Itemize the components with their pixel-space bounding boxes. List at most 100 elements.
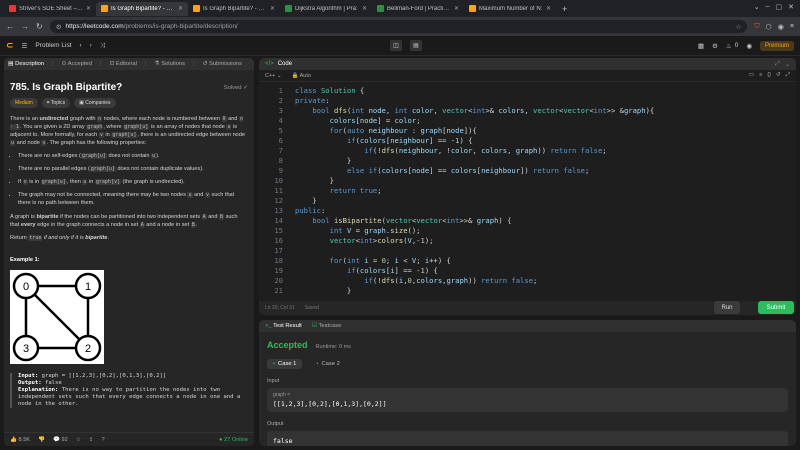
share-icon[interactable]: ⇪ [89, 437, 94, 443]
checkbox-icon: ☑ [311, 323, 318, 329]
example-graph-image: 0 1 3 2 [10, 270, 104, 364]
favicon-icon [469, 5, 476, 12]
problem-list-link[interactable]: Problem List [35, 42, 71, 49]
input-box: graph = [[1,2,3],[0,2],[0,1,3],[0,2]] [267, 388, 788, 412]
shield-icon[interactable]: ⛉ [754, 23, 759, 31]
difficulty-badge[interactable]: Medium [10, 98, 38, 108]
tune-icon[interactable]: ⚙ [56, 23, 62, 31]
profile-icon[interactable]: ◉ [778, 23, 784, 31]
settings-icon[interactable]: ⚙ [712, 42, 718, 50]
case-tab-1[interactable]: • Case 1 [267, 359, 303, 369]
next-problem-icon[interactable]: › [90, 42, 92, 49]
browser-tab[interactable]: Striver's SDE Sheet – To: ✕ [4, 2, 96, 16]
url-field[interactable]: ⚙ https://leetcode.com/problems/is-graph… [49, 20, 748, 33]
online-count: ● 27 Online [219, 436, 248, 443]
return-statement: Return true if and only if it is biparti… [10, 235, 109, 241]
coins-count: 0 [734, 42, 739, 49]
tab-submissions[interactable]: ↺ Submissions [203, 61, 242, 67]
save-status: Saved [304, 305, 319, 311]
back-icon[interactable]: ← [6, 22, 14, 31]
run-button[interactable]: Run [714, 301, 740, 314]
shuffle-icon[interactable]: ⤨ [100, 42, 105, 50]
code-lines: class Solution { private: bool dfs(int n… [295, 86, 655, 295]
favicon-icon [377, 5, 384, 12]
close-icon[interactable]: ✕ [454, 5, 459, 12]
bookmark-star-icon[interactable]: ☆ [736, 23, 742, 31]
close-icon[interactable]: ✕ [546, 5, 551, 12]
tab-description[interactable]: ▤ Description [8, 61, 44, 67]
favicon-icon [193, 5, 200, 12]
close-icon[interactable]: ✕ [270, 5, 275, 12]
browser-tab[interactable]: Bellman-Ford | Practice | ✕ [372, 2, 464, 16]
tab-solutions[interactable]: ⚗ Solutions [154, 61, 185, 67]
url-path: /problems/is-graph-bipartite/description… [123, 23, 238, 30]
description-panel: ▤ Description | ⊙ Accepted | ⊡ Editorial… [4, 58, 254, 446]
topics-badge[interactable]: ⌗ Topics [41, 98, 71, 108]
dislike-icon[interactable]: 👎 [38, 437, 45, 443]
url-host: https://leetcode.com [65, 23, 124, 30]
bookmark-icon[interactable]: ▭ [749, 72, 754, 79]
fullscreen-icon[interactable]: ⤢ [786, 72, 790, 79]
output-label: Output [267, 421, 284, 427]
cursor-position: Ln 20, Col 31 [265, 305, 295, 311]
browser-tab[interactable]: Maximum Number of N: ✕ [464, 2, 556, 16]
test-result-panel: >_ Test Result ☑ Testcase Accepted Runti… [259, 320, 796, 446]
leetcode-logo-icon[interactable]: ⊂ [6, 40, 14, 51]
format-icon[interactable]: ≡ [759, 72, 762, 79]
verdict: Accepted Runtime: 0 ms [267, 340, 351, 350]
forward-icon[interactable]: → [21, 22, 29, 31]
debug-icon[interactable]: ◫ [390, 40, 402, 51]
output-box: false [267, 431, 788, 446]
layout-icon[interactable]: ▦ [698, 42, 704, 50]
menu-icon[interactable]: ≡ [790, 23, 794, 30]
help-icon[interactable]: ? [101, 437, 104, 443]
line-numbers: 1 2 3 4 5 6 7 8 9 10 11 12 13 14 15 16 17 18 19 20 21 [274, 86, 283, 295]
favicon-icon [285, 5, 292, 12]
graph-node-label: 0 [23, 281, 29, 293]
new-tab-button[interactable]: + [562, 4, 567, 14]
close-icon[interactable]: ✕ [178, 5, 183, 12]
tab-testcase[interactable]: ☑ Testcase [312, 323, 342, 329]
like-button[interactable]: 👍 8.5K [10, 437, 30, 443]
browser-tab[interactable]: Dijkstra Algorithm | Pra: ✕ [280, 2, 372, 16]
reset-icon[interactable]: ↺ [776, 72, 781, 79]
submit-button[interactable]: Submit [758, 301, 794, 314]
avatar[interactable]: ◉ [746, 42, 752, 50]
code-editor[interactable]: 1 2 3 4 5 6 7 8 9 10 11 12 13 14 15 16 17 18 19 20 21 class … [259, 86, 796, 300]
case-tab-2[interactable]: • Case 2 [310, 359, 345, 369]
tab-test-result[interactable]: >_ Test Result [265, 323, 302, 329]
language-select[interactable]: C++ ⌄ [265, 73, 282, 79]
minimize-icon[interactable]: – [766, 3, 770, 11]
list-icon[interactable]: ☰ [22, 42, 28, 50]
close-icon[interactable]: ✕ [86, 5, 91, 12]
favicon-icon [101, 5, 108, 12]
braces-icon[interactable]: {} [767, 72, 771, 79]
collapse-icon[interactable]: ⌄ [785, 61, 790, 68]
favorite-icon[interactable]: ☆ [76, 437, 81, 443]
favicon-icon [9, 5, 16, 12]
browser-tabbar: Striver's SDE Sheet – To: ✕ Is Graph Bipa… [0, 0, 800, 17]
tab-list-icon[interactable]: ⌄ [754, 3, 760, 11]
comments-button[interactable]: 💬 92 [53, 437, 68, 443]
auto-toggle[interactable]: 🔒 Auto [292, 73, 311, 79]
notes-icon[interactable]: ▤ [410, 40, 422, 51]
tab-editorial[interactable]: ⊡ Editorial [109, 61, 136, 67]
reload-icon[interactable]: ↻ [36, 22, 43, 31]
code-toolbar: C++ ⌄ 🔒 Auto ▭ ≡ {} ↺ ⤢ [259, 70, 796, 82]
solved-badge: Solved ✓ [223, 85, 248, 91]
expand-icon[interactable]: ⤢ [775, 61, 780, 68]
companies-badge[interactable]: ▣ Companies [74, 98, 116, 108]
close-window-icon[interactable]: ✕ [788, 3, 794, 11]
browser-tab[interactable]: Is Graph Bipartite? - Lee: ✕ [188, 2, 280, 16]
maximize-icon[interactable]: ▢ [776, 3, 783, 11]
close-icon[interactable]: ✕ [362, 5, 367, 12]
description-paragraph: There is an undirected graph with n node… [10, 116, 246, 146]
browser-tab-active[interactable]: Is Graph Bipartite? - Lee: ✕ [96, 1, 188, 16]
description-tabs: ▤ Description | ⊙ Accepted | ⊡ Editorial… [4, 58, 254, 70]
prev-problem-icon[interactable]: ‹ [80, 42, 82, 49]
tab-accepted[interactable]: ⊙ Accepted [62, 61, 92, 67]
premium-button[interactable]: Premium [759, 40, 794, 51]
extension-icon[interactable]: ⬡ [766, 23, 772, 31]
address-bar: ← → ↻ ⚙ https://leetcode.com/problems/is… [0, 17, 800, 36]
streak-icon[interactable]: ♨ [726, 42, 732, 50]
